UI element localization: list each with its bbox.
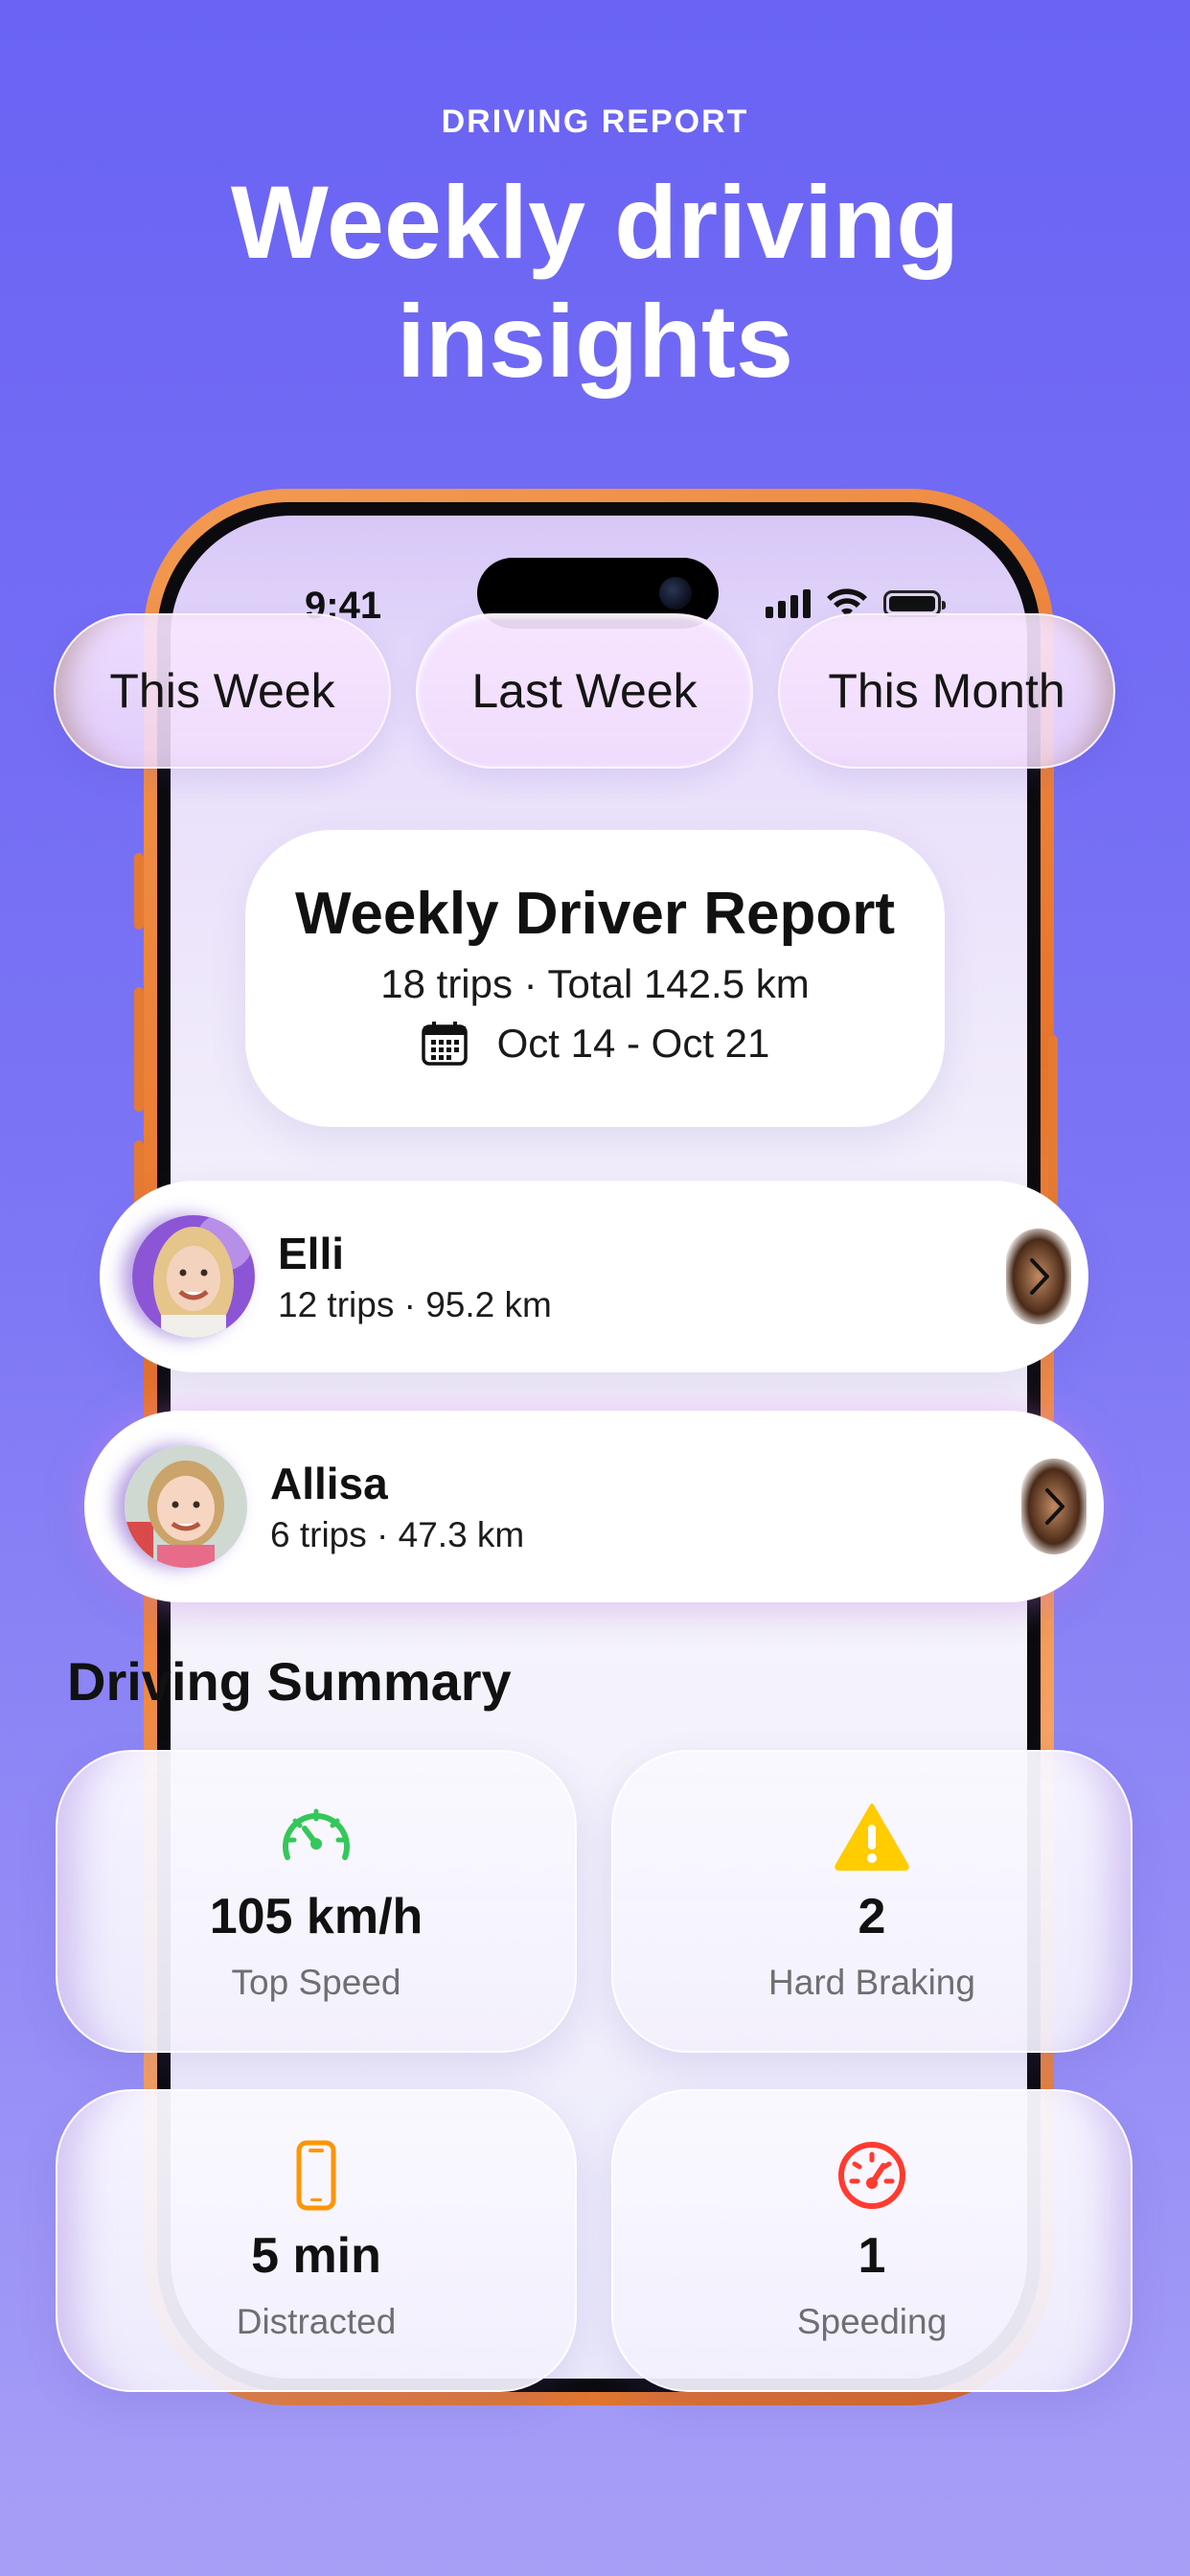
tab-last-week[interactable]: Last Week bbox=[416, 613, 753, 769]
stat-value: 5 min bbox=[251, 2228, 381, 2284]
stat-card-hard-braking[interactable]: 2 Hard Braking bbox=[611, 1750, 1133, 2053]
cellular-signal-icon bbox=[766, 589, 811, 618]
headline-line-1: Weekly driving bbox=[230, 164, 960, 280]
tab-label: Last Week bbox=[471, 664, 698, 718]
stat-value: 105 km/h bbox=[209, 1889, 423, 1944]
tab-this-week[interactable]: This Week bbox=[54, 613, 391, 769]
stat-value: 1 bbox=[858, 2228, 886, 2284]
tab-this-month[interactable]: This Month bbox=[778, 613, 1115, 769]
stat-label: Distracted bbox=[236, 2302, 397, 2341]
report-date-row: Oct 14 - Oct 21 bbox=[245, 1021, 945, 1067]
volume-up-button bbox=[134, 987, 144, 1112]
report-summary: 18 trips · Total 142.5 km bbox=[380, 961, 810, 1006]
driver-name: Elli bbox=[278, 1229, 345, 1278]
driver-stats: 12 trips · 95.2 km bbox=[278, 1285, 552, 1324]
chevron-right-icon[interactable] bbox=[1021, 1459, 1087, 1554]
headline: Weekly driving insights bbox=[0, 163, 1190, 401]
stat-label: Top Speed bbox=[231, 1963, 401, 2002]
headline-line-2: insights bbox=[396, 283, 794, 399]
avatar bbox=[125, 1445, 247, 1568]
stat-card-speeding[interactable]: 1 Speeding bbox=[611, 2089, 1133, 2392]
stat-card-top-speed[interactable]: 105 km/h Top Speed bbox=[56, 1750, 577, 2053]
action-button bbox=[134, 853, 144, 930]
stat-label: Hard Braking bbox=[768, 1963, 975, 2002]
stat-value: 2 bbox=[858, 1889, 886, 1944]
driver-name: Allisa bbox=[270, 1459, 388, 1508]
section-title: Driving Summary bbox=[67, 1651, 512, 1712]
phone-icon bbox=[296, 2140, 336, 2211]
stat-card-distracted[interactable]: 5 min Distracted bbox=[56, 2089, 577, 2392]
driver-photo-allisa bbox=[125, 1445, 247, 1568]
tab-label: This Month bbox=[828, 664, 1065, 718]
driver-row-elli[interactable]: Elli 12 trips · 95.2 km bbox=[100, 1181, 1088, 1372]
driver-photo-elli bbox=[132, 1215, 255, 1338]
chevron-right-icon[interactable] bbox=[1006, 1229, 1071, 1324]
driver-stats: 6 trips · 47.3 km bbox=[270, 1515, 525, 1554]
eyebrow: DRIVING REPORT bbox=[441, 104, 749, 140]
report-title: Weekly Driver Report bbox=[295, 881, 895, 947]
speedometer-icon bbox=[283, 1808, 350, 1860]
tab-label: This Week bbox=[109, 664, 335, 718]
avatar bbox=[132, 1215, 255, 1338]
report-date-range: Oct 14 - Oct 21 bbox=[496, 1021, 770, 1066]
weekly-report-card: Weekly Driver Report 18 trips · Total 14… bbox=[245, 830, 945, 1127]
calendar-icon bbox=[421, 1022, 468, 1066]
camera-icon bbox=[659, 577, 692, 610]
speed-limit-icon bbox=[838, 2142, 905, 2209]
stat-label: Speeding bbox=[796, 2302, 948, 2341]
warning-icon bbox=[835, 1804, 909, 1871]
driver-row-allisa[interactable]: Allisa 6 trips · 47.3 km bbox=[84, 1411, 1104, 1602]
